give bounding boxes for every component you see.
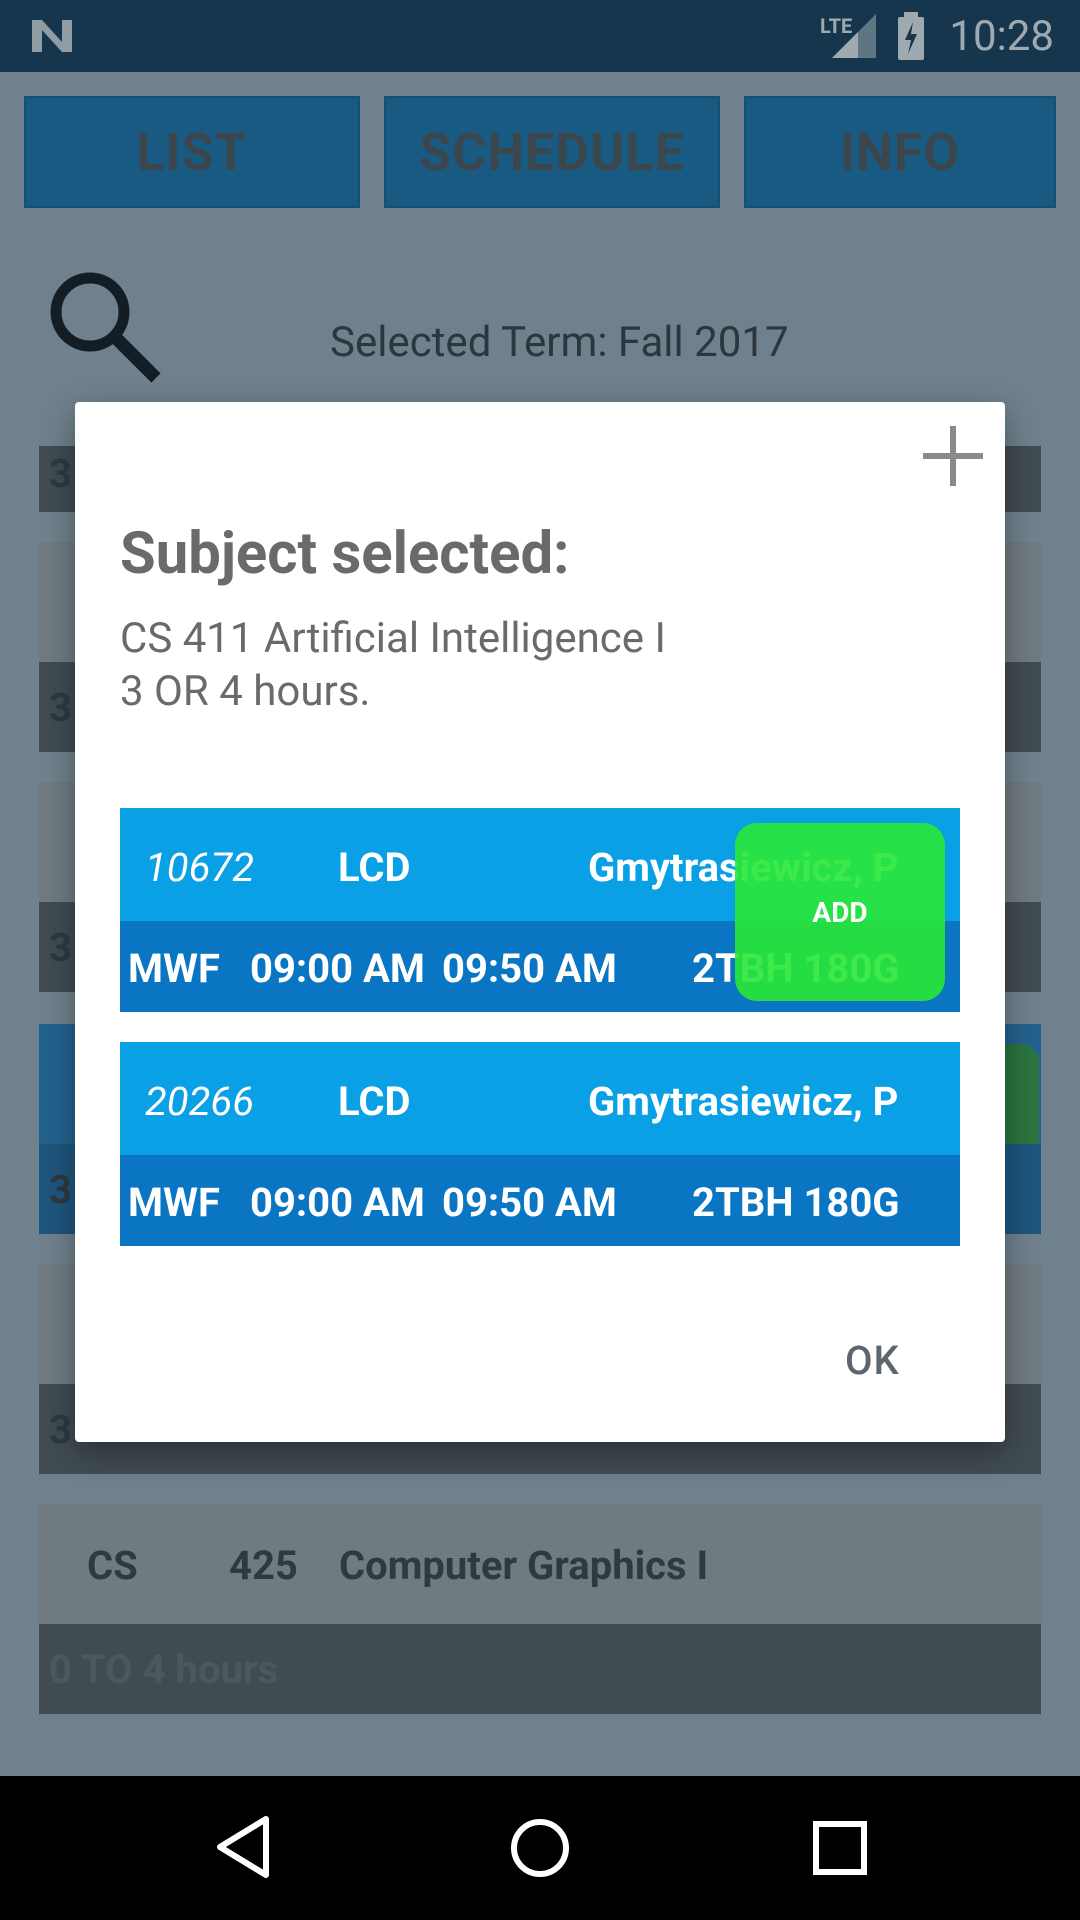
subject-info: CS 411 Artificial Intelligence I 3 OR 4 … — [120, 612, 666, 718]
section-start: 09:00 AM — [250, 945, 425, 992]
navigation-bar — [0, 1776, 1080, 1920]
section-crn: 10672 — [145, 844, 254, 891]
subject-name: CS 411 Artificial Intelligence I — [120, 614, 666, 663]
section-days: MWF — [128, 945, 220, 992]
ok-button[interactable]: OK — [845, 1337, 900, 1384]
back-icon[interactable] — [212, 1814, 272, 1880]
section-end: 09:50 AM — [442, 1179, 617, 1226]
section-type: LCD — [338, 1078, 411, 1125]
add-section-button[interactable]: ADD — [735, 823, 945, 1001]
subject-hours: 3 OR 4 hours. — [120, 667, 371, 716]
section-instructor: Gmytrasiewicz, P — [588, 1078, 899, 1125]
section-days: MWF — [128, 1179, 220, 1226]
section-room: 2TBH 180G — [692, 1179, 900, 1226]
section-type: LCD — [338, 844, 411, 891]
recents-icon[interactable] — [810, 1818, 870, 1878]
home-icon[interactable] — [508, 1816, 572, 1880]
section-card[interactable]: 20266 LCD Gmytrasiewicz, P MWF 09:00 AM … — [120, 1042, 960, 1246]
section-crn: 20266 — [145, 1078, 254, 1125]
plus-icon[interactable] — [921, 424, 985, 488]
section-start: 09:00 AM — [250, 1179, 425, 1226]
section-end: 09:50 AM — [442, 945, 617, 992]
dialog-title: Subject selected: — [120, 520, 570, 588]
section-details: MWF 09:00 AM 09:50 AM 2TBH 180G — [120, 1155, 960, 1246]
section-header: 20266 LCD Gmytrasiewicz, P — [120, 1042, 960, 1155]
